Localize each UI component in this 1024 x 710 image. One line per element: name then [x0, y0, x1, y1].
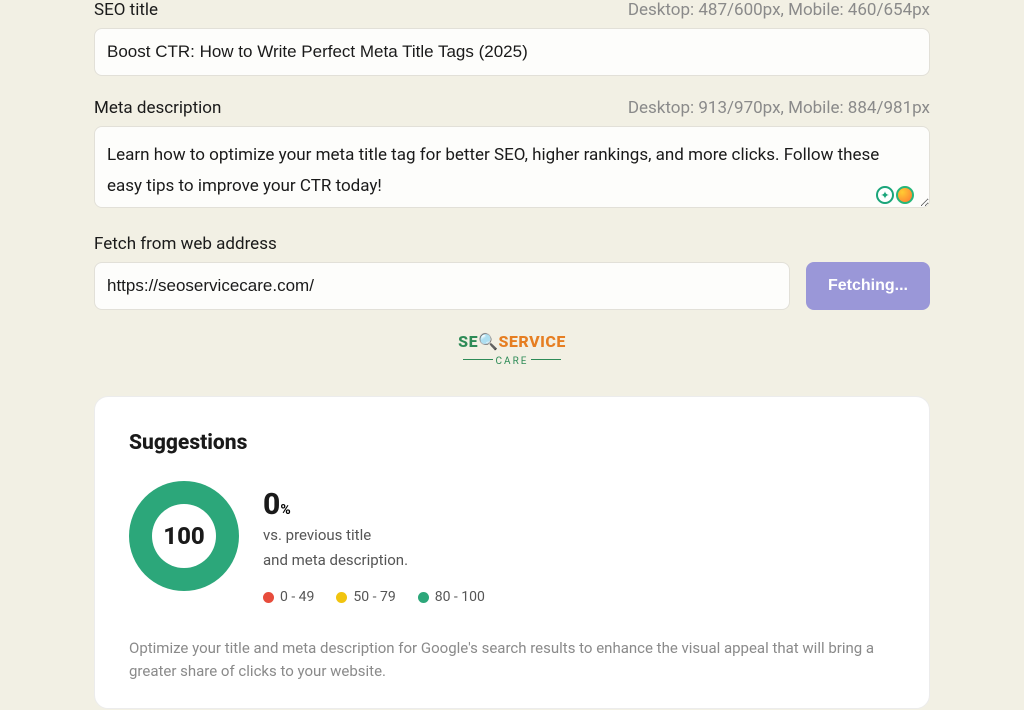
- magnifier-icon: 🔍: [478, 332, 498, 351]
- suggestions-title: Suggestions: [129, 431, 895, 455]
- checker-icon[interactable]: ✦: [876, 186, 894, 204]
- fetch-label: Fetch from web address: [94, 234, 277, 254]
- score-legend: 0 - 49 50 - 79 80 - 100: [263, 589, 485, 605]
- seo-title-counter: Desktop: 487/600px, Mobile: 460/654px: [628, 0, 930, 20]
- fetch-group: Fetch from web address Fetching...: [94, 234, 930, 310]
- dot-green-icon: [418, 592, 429, 603]
- delta-pct: %: [280, 502, 290, 518]
- dot-red-icon: [263, 592, 274, 603]
- seo-title-group: SEO title Desktop: 487/600px, Mobile: 46…: [94, 0, 930, 76]
- logo-care: CARE: [496, 356, 529, 367]
- score-value: 100: [163, 522, 205, 550]
- suggestions-hint: Optimize your title and meta description…: [129, 637, 895, 684]
- meta-description-group: Meta description Desktop: 913/970px, Mob…: [94, 98, 930, 212]
- suggestions-card: Suggestions 100 0% vs. previous title an…: [94, 396, 930, 709]
- delta-line2: and meta description.: [263, 549, 485, 572]
- legend-high: 80 - 100: [435, 589, 485, 605]
- brand-logo: SE🔍SERVICE CARE: [94, 332, 930, 368]
- fetch-button[interactable]: Fetching...: [806, 262, 930, 310]
- delta-value: 0: [263, 487, 280, 522]
- emoji-checker-icon[interactable]: [896, 186, 914, 204]
- fetch-url-input[interactable]: [94, 262, 790, 310]
- logo-service: SERVICE: [498, 332, 565, 351]
- score-ring: 100: [129, 481, 239, 591]
- seo-title-input[interactable]: [94, 28, 930, 76]
- meta-description-input[interactable]: [94, 126, 930, 208]
- logo-seo: SE: [458, 332, 478, 351]
- seo-title-label: SEO title: [94, 0, 158, 20]
- legend-mid: 50 - 79: [353, 589, 395, 605]
- legend-low: 0 - 49: [280, 589, 314, 605]
- delta-line1: vs. previous title: [263, 524, 485, 547]
- dot-yellow-icon: [336, 592, 347, 603]
- grammar-overlay: ✦: [876, 186, 914, 204]
- meta-description-label: Meta description: [94, 98, 221, 118]
- meta-description-counter: Desktop: 913/970px, Mobile: 884/981px: [628, 98, 930, 118]
